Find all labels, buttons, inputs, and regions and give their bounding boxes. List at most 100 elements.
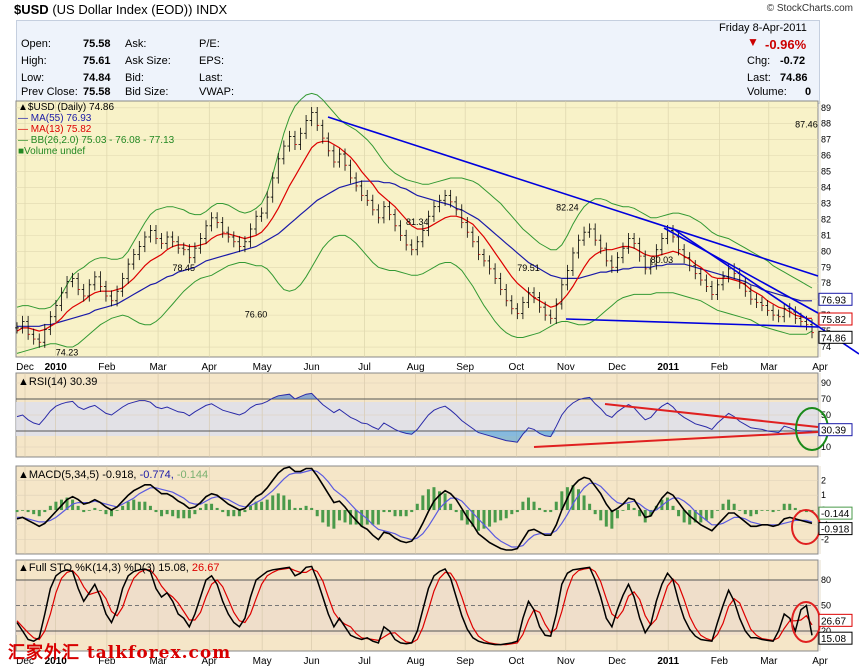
macd-histogram-bar	[732, 503, 736, 510]
watermark: 汇家外汇 talkforex.com	[8, 643, 232, 663]
x-tick-label: May	[253, 656, 272, 667]
macd-histogram-bar	[760, 510, 764, 511]
macd-histogram-bar	[593, 510, 597, 515]
macd-histogram-bar	[710, 510, 714, 519]
x-tick-label: Mar	[149, 362, 167, 373]
y-tick-label: 89	[821, 103, 831, 113]
macd-histogram-bar	[782, 503, 786, 510]
price-legend: ▲$USD (Daily) 74.86 — MA(55) 76.93 — MA(…	[18, 102, 174, 157]
rsi-legend: ▲RSI(14) 30.39	[18, 376, 98, 388]
x-tick-label: Sep	[456, 362, 474, 373]
macd-histogram-bar	[243, 510, 247, 513]
macd-histogram-bar	[771, 510, 775, 513]
y-tick-label: 81	[821, 230, 831, 240]
macd-histogram-bar	[37, 510, 41, 517]
y-tick-label: 79	[821, 262, 831, 272]
macd-histogram-bar	[404, 510, 408, 517]
macd-histogram-bar	[137, 501, 141, 510]
macd-histogram-bar	[87, 510, 91, 511]
y-tick-label: 80	[821, 246, 831, 256]
x-tick-label: Sep	[456, 656, 474, 667]
macd-histogram-bar	[187, 510, 191, 519]
legend-bb: — BB(26,2.0) 75.03 - 76.08 - 77.13	[18, 135, 175, 146]
legend-rsi-marker-icon: ▲	[18, 376, 29, 388]
macd-histogram-bar	[599, 510, 603, 521]
macd-histogram-bar	[343, 510, 347, 523]
y-tick-label: 78	[821, 278, 831, 288]
macd-histogram-bar	[588, 503, 592, 510]
macd-histogram-bar	[193, 510, 197, 515]
macd-histogram-bar	[449, 503, 453, 510]
x-tick-label: Aug	[407, 362, 425, 373]
macd-histogram-bar	[426, 489, 430, 510]
macd-histogram-bar	[671, 505, 675, 510]
x-tick-label: Jun	[304, 362, 320, 373]
x-tick-label: Dec	[16, 362, 34, 373]
price-extreme-label: 76.60	[245, 310, 268, 320]
macd-histogram-bar	[165, 510, 169, 515]
macd-histogram-bar	[98, 510, 102, 511]
legend-volume: ■Volume undef	[18, 146, 86, 157]
y-tick-label: 70	[821, 394, 831, 404]
y-tick-label: 90	[821, 378, 831, 388]
macd-histogram-bar	[410, 510, 414, 513]
macd-histogram-bar	[182, 510, 186, 519]
macd-histogram-bar	[121, 505, 125, 510]
macd-histogram-bar	[43, 510, 47, 513]
x-tick-label: Aug	[407, 656, 425, 667]
macd-histogram-bar	[104, 510, 108, 515]
macd-histogram-bar	[82, 510, 86, 513]
macd-histogram-bar	[721, 503, 725, 510]
macd-histogram-bar	[454, 510, 458, 513]
macd-histogram-bar	[287, 499, 291, 510]
macd-histogram-bar	[132, 499, 136, 510]
macd-histogram-bar	[549, 510, 553, 513]
macd-histogram-bar	[232, 510, 236, 517]
macd-histogram-bar	[115, 510, 119, 511]
macd-histogram-bar	[399, 510, 403, 517]
macd-histogram-bar	[727, 499, 731, 510]
macd-histogram-bar	[743, 510, 747, 515]
macd-histogram-bar	[582, 495, 586, 510]
macd-histogram-bar	[265, 499, 269, 510]
macd-histogram-bar	[21, 510, 25, 511]
macd-histogram-bar	[365, 510, 369, 525]
macd-histogram-bar	[221, 510, 225, 513]
x-tick-label: Feb	[711, 656, 729, 667]
sto-d-value-tag: 26.67	[821, 616, 846, 627]
x-tick-label: Oct	[509, 362, 525, 373]
macd-histogram-bar	[15, 510, 19, 513]
macd-histogram-bar	[198, 507, 202, 510]
macd-histogram-bar	[632, 507, 636, 510]
macd-value-tag: -0.918	[821, 525, 850, 536]
chart-root: $USD (US Dollar Index (EOD)) INDX © Stoc…	[0, 0, 859, 668]
macd-histogram-bar	[76, 505, 80, 510]
macd-histogram-bar	[176, 510, 180, 519]
macd-histogram-bar	[665, 497, 669, 510]
y-tick-label: 82	[821, 214, 831, 224]
y-tick-label: 84	[821, 183, 831, 193]
x-tick-label: Mar	[760, 656, 778, 667]
price-extreme-label: 87.46	[795, 119, 818, 129]
macd-histogram-bar	[499, 510, 503, 521]
macd-histogram-bar	[777, 510, 781, 511]
macd-histogram-bar	[510, 510, 514, 515]
x-tick-label: Dec	[608, 656, 626, 667]
macd-histogram-bar	[432, 487, 436, 510]
y-tick-label: 2	[821, 475, 826, 485]
macd-histogram-bar	[321, 510, 325, 523]
macd-histogram-bar	[226, 510, 230, 517]
macd-histogram-bar	[488, 510, 492, 527]
macd-histogram-bar	[504, 510, 508, 519]
macd-histogram-bar	[32, 510, 36, 515]
y-tick-label: 1	[821, 490, 826, 500]
y-tick-label: -2	[821, 535, 829, 545]
x-tick-label: Mar	[760, 362, 778, 373]
macd-histogram-bar	[310, 507, 314, 510]
x-tick-label: 2011	[657, 362, 679, 373]
macd-histogram-bar	[332, 510, 336, 529]
rsi-value-tag: 30.39	[821, 426, 846, 437]
macd-histogram-bar	[237, 510, 241, 517]
ma13-value-tag: 75.82	[821, 315, 846, 326]
macd-histogram-bar	[204, 503, 208, 510]
